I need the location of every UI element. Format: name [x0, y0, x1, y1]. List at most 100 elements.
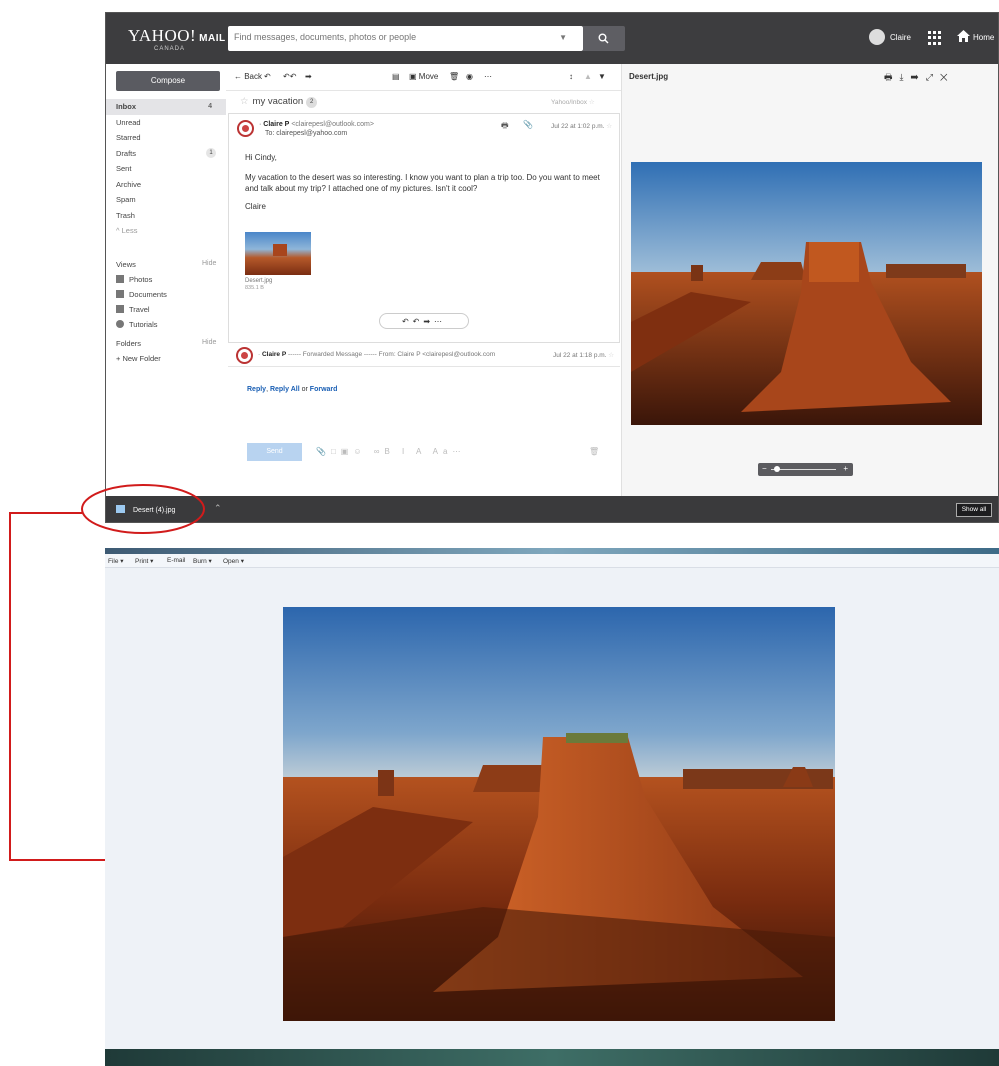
or-text: or — [301, 386, 308, 393]
search-button[interactable] — [583, 26, 625, 51]
reply-icon[interactable]: ↶ — [264, 72, 271, 81]
tutorials-icon — [116, 320, 124, 328]
forwarded-message-row[interactable]: · Claire P ------ Forwarded Message ----… — [228, 343, 620, 367]
view-travel[interactable]: Travel — [116, 305, 150, 314]
menu-open[interactable]: Open ▾ — [223, 557, 244, 565]
star-icon[interactable]: ☆ — [606, 123, 612, 130]
reply-all-link[interactable]: Reply All — [270, 386, 300, 393]
folder-spam[interactable]: Spam — [106, 192, 226, 208]
search-box[interactable]: ▼ — [228, 26, 583, 51]
folder-archive[interactable]: Archive — [106, 177, 226, 193]
folder-inbox[interactable]: Inbox 4 — [106, 99, 226, 115]
subject-text: my vacation — [252, 96, 304, 107]
forward-icon[interactable]: ➡ — [305, 72, 312, 81]
forwarded-date: Jul 22 at 1:18 p.m. ☆ — [553, 351, 614, 359]
message-sender[interactable]: · Claire P <clairepesl@outlook.com> — [259, 121, 374, 128]
date-text: Jul 22 at 1:02 p.m. — [551, 123, 605, 130]
quick-reply-bar[interactable]: ↶↶➡⋯ — [379, 313, 469, 329]
apps-grid-icon[interactable] — [928, 31, 942, 45]
collapse-icon[interactable]: ↕ — [569, 72, 573, 81]
message-body: My vacation to the desert was so interes… — [245, 173, 600, 193]
folders-hide-link[interactable]: Hide — [202, 339, 216, 346]
view-photos[interactable]: Photos — [116, 275, 152, 284]
folder-label: ^ Less — [116, 226, 138, 235]
search-input[interactable] — [234, 32, 554, 42]
spam-shield-icon[interactable]: ◉ — [466, 72, 473, 81]
travel-icon — [116, 305, 124, 313]
archive-icon[interactable]: ▤ — [392, 72, 400, 81]
show-all-button[interactable]: Show all — [956, 503, 992, 517]
reply-links: Reply, Reply All or Forward — [247, 386, 338, 393]
zoom-out-icon[interactable]: − — [762, 464, 767, 473]
next-icon[interactable]: ▼ — [598, 72, 606, 81]
folder-less-toggle[interactable]: ^ Less — [106, 223, 226, 239]
image-file-icon — [116, 505, 125, 513]
star-icon[interactable]: ☆ — [608, 352, 614, 359]
attachment-size: 835.1 B — [245, 285, 264, 291]
send-button[interactable]: Send — [247, 443, 302, 461]
reply-all-icon[interactable]: ↶↶ — [283, 72, 296, 81]
folder-tag-text: Yahoo/Inbox — [551, 99, 588, 106]
folder-starred[interactable]: Starred — [106, 130, 226, 146]
print-icon[interactable]: 🖶 — [501, 120, 509, 134]
compose-button[interactable]: Compose — [116, 71, 220, 91]
yahoo-mail-logo[interactable]: YAHOO! MAIL — [128, 26, 226, 46]
desert-photo-preview[interactable] — [631, 162, 982, 425]
forwarded-text: ------ Forwarded Message ------ From: Cl… — [288, 351, 496, 358]
star-icon[interactable]: ☆ — [240, 96, 249, 107]
preview-toolbar[interactable]: 🖶⤓➡⤢✕ — [884, 70, 955, 86]
message-signoff: Claire — [245, 202, 266, 211]
more-icon[interactable]: ⋯ — [484, 72, 492, 81]
unread-count: 4 — [208, 103, 212, 110]
chevron-up-icon[interactable]: ⌃ — [214, 503, 222, 514]
home-label[interactable]: Home — [973, 33, 994, 42]
folder-drafts[interactable]: Drafts 1 — [106, 146, 226, 162]
reply-link[interactable]: Reply — [247, 386, 266, 393]
view-tutorials[interactable]: Tutorials — [116, 320, 157, 329]
attachment-thumbnail[interactable] — [245, 232, 311, 275]
discard-draft-icon[interactable]: 🗑 — [589, 447, 599, 456]
delete-icon[interactable]: 🗑 — [449, 72, 459, 81]
move-button[interactable]: ▣ Move — [409, 72, 438, 81]
date-text: Jul 22 at 1:18 p.m. — [553, 352, 607, 359]
menu-print[interactable]: Print ▾ — [135, 557, 153, 565]
yahoo-mail-screenshot: YAHOO!MAIL CANADA ▼ Claire Home Compose … — [105, 12, 999, 523]
views-hide-link[interactable]: Hide — [202, 260, 216, 267]
new-folder-link[interactable]: + New Folder — [116, 354, 161, 363]
zoom-slider[interactable]: − + — [758, 463, 853, 476]
mail-header: YAHOO!MAIL CANADA ▼ Claire Home — [106, 13, 998, 64]
zoom-in-icon[interactable]: + — [843, 464, 848, 473]
folder-trash[interactable]: Trash — [106, 208, 226, 224]
view-label: Tutorials — [129, 320, 158, 329]
view-documents[interactable]: Documents — [116, 290, 167, 299]
attachment-name[interactable]: Desert.jpg — [245, 278, 272, 284]
menu-burn[interactable]: Burn ▾ — [193, 557, 212, 565]
views-heading: Views — [116, 260, 136, 269]
message-toolbar: ← Back ↶ ↶↶ ➡ ▤ ▣ Move 🗑 ◉ ⋯ ↕ ▲ ▼ — [226, 64, 621, 91]
attachment-preview-pane: Desert.jpg 🖶⤓➡⤢✕ − + — [621, 64, 998, 496]
user-name[interactable]: Claire — [890, 33, 911, 42]
user-avatar[interactable] — [869, 29, 885, 45]
home-icon[interactable] — [957, 30, 970, 42]
back-button[interactable]: ← Back — [234, 72, 262, 81]
menu-file[interactable]: File ▾ — [108, 557, 124, 565]
desert-photo-full — [283, 607, 835, 1021]
menu-email[interactable]: E-mail — [167, 557, 185, 564]
forward-link[interactable]: Forward — [310, 386, 338, 393]
downloaded-file[interactable]: Desert (4).jpg — [116, 505, 175, 514]
folder-unread[interactable]: Unread — [106, 115, 226, 131]
photos-icon — [116, 275, 124, 283]
folder-list: Inbox 4 Unread Starred Drafts 1 Sent Archi… — [106, 99, 226, 239]
message-greeting: Hi Cindy, — [245, 153, 277, 162]
compose-formatting-tools[interactable]: 📎□▣☺ ∞B I A Aa⋯ — [316, 447, 465, 456]
photo-viewer-screenshot: File ▾ Print ▾ E-mail Burn ▾ Open ▾ — [105, 548, 999, 1066]
folders-heading: Folders — [116, 339, 142, 348]
chevron-down-icon[interactable]: ▼ — [559, 33, 567, 42]
previous-icon[interactable]: ▲ — [584, 72, 592, 81]
forwarded-summary: · Claire P ------ Forwarded Message ----… — [258, 351, 496, 358]
star-icon[interactable]: ☆ — [589, 99, 595, 106]
message-subject: ☆ my vacation 2 — [240, 96, 318, 108]
search-icon — [598, 33, 609, 44]
zoom-handle[interactable] — [774, 466, 780, 472]
folder-sent[interactable]: Sent — [106, 161, 226, 177]
